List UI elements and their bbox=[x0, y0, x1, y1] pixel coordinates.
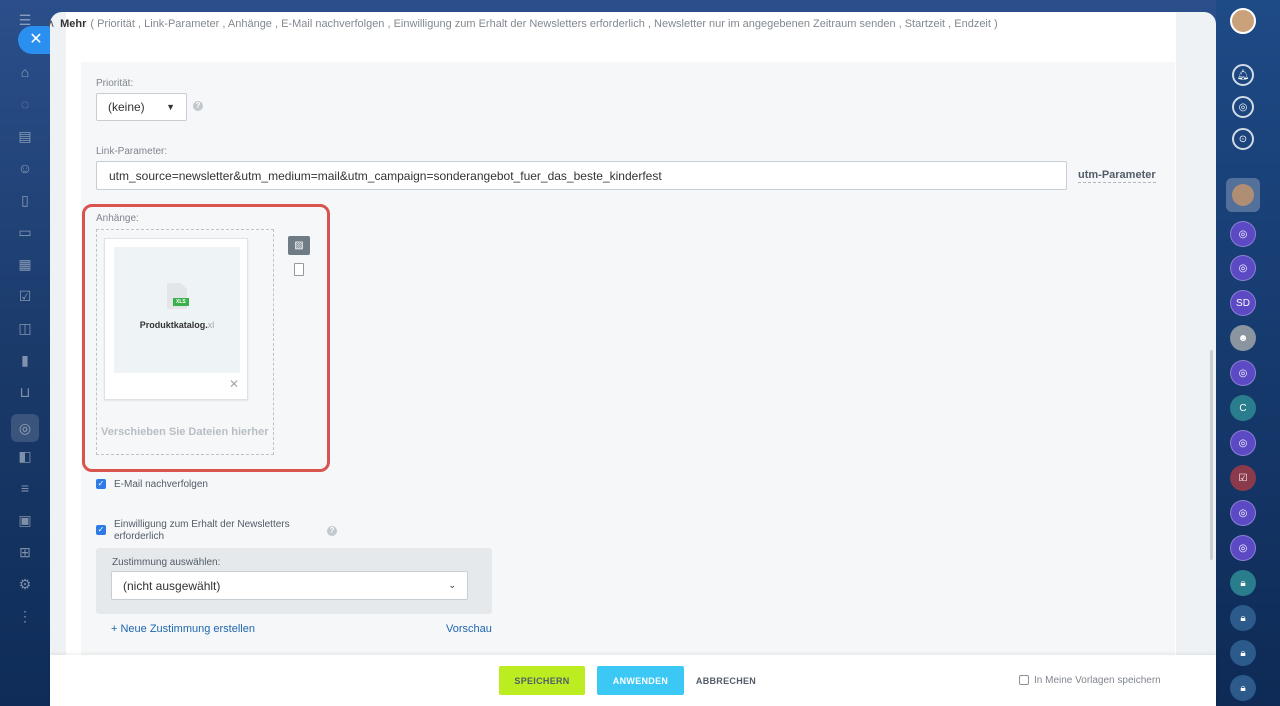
scrollbar[interactable] bbox=[1210, 350, 1213, 560]
consent-select-value: (nicht ausgewählt) bbox=[123, 578, 221, 593]
analytics-icon[interactable]: ▮ bbox=[15, 350, 35, 370]
more-section-toggle[interactable]: ∧ Mehr( Priorität , Link-Parameter , Anhä… bbox=[47, 17, 998, 30]
user-badge-sd[interactable]: SD bbox=[1230, 290, 1256, 316]
more-section-items: ( Priorität , Link-Parameter , Anhänge ,… bbox=[90, 18, 998, 30]
priority-label: Priorität: bbox=[96, 78, 134, 89]
drop-hint: Verschieben Sie Dateien hierher bbox=[101, 426, 269, 438]
help-icon[interactable]: ? bbox=[327, 526, 337, 536]
utm-params-link[interactable]: utm-Parameter bbox=[1078, 169, 1156, 183]
contacts-icon[interactable]: ☺ bbox=[15, 158, 35, 178]
close-icon[interactable]: ✕ bbox=[18, 26, 50, 54]
shop-icon[interactable]: ⊔ bbox=[15, 382, 35, 402]
file-preview: XLS Produktkatalog.xl bbox=[114, 247, 240, 373]
left-sidebar: ☰ ⌂ ◌ ▤ ☺ ▯ ▭ ▦ ☑ ◫ ▮ ⊔ ◎ ◧ ≡ ▣ ⊞ ⚙ ⋮ bbox=[0, 0, 50, 706]
consent-preview-link[interactable]: Vorschau bbox=[446, 623, 492, 635]
attachments-label: Anhänge: bbox=[96, 213, 139, 224]
openline-icon[interactable]: ◎ bbox=[1230, 535, 1256, 561]
lock-icon[interactable]: 🔒︎ bbox=[1230, 640, 1256, 666]
openline-icon[interactable]: ◎ bbox=[1230, 500, 1256, 526]
chevron-up-icon: ∧ bbox=[47, 18, 56, 30]
remove-file-icon[interactable]: ✕ bbox=[229, 377, 239, 391]
board-icon[interactable]: ▦ bbox=[15, 254, 35, 274]
link-params-label: Link-Parameter: bbox=[96, 146, 168, 157]
image-icon[interactable]: ▨ bbox=[288, 236, 310, 255]
consent-select-label: Zustimmung auswählen: bbox=[112, 557, 221, 568]
email-tracking-checkbox[interactable]: ✓ bbox=[96, 479, 106, 489]
pulse-icon[interactable]: ◎ bbox=[1232, 96, 1254, 118]
email-tracking-label: E-Mail nachverfolgen bbox=[114, 479, 208, 490]
link-params-input[interactable]: utm_source=newsletter&utm_medium=mail&ut… bbox=[96, 161, 1067, 190]
user-avatar[interactable] bbox=[1230, 8, 1256, 34]
database-icon[interactable]: ◧ bbox=[15, 446, 35, 466]
feed-icon[interactable]: ◌ bbox=[15, 94, 35, 114]
xls-badge: XLS bbox=[173, 298, 189, 306]
user-badge-c[interactable]: C bbox=[1230, 395, 1256, 421]
lock-icon[interactable]: 🔒︎ bbox=[1230, 570, 1256, 596]
openline-icon[interactable]: ◎ bbox=[1230, 360, 1256, 386]
consent-checkbox[interactable]: ✓ bbox=[96, 525, 106, 535]
bell-icon[interactable]: 🔔︎ bbox=[1232, 64, 1254, 86]
drive-icon[interactable]: ▭ bbox=[15, 222, 35, 242]
documents-icon[interactable]: ▯ bbox=[15, 190, 35, 210]
search-chat-icon[interactable]: ⊙ bbox=[1232, 128, 1254, 150]
openline-icon[interactable]: ◎ bbox=[1230, 221, 1256, 247]
help-icon[interactable]: ? bbox=[193, 101, 203, 111]
tasks-icon[interactable]: ▤ bbox=[15, 126, 35, 146]
file-name: Produktkatalog.xl bbox=[139, 320, 215, 330]
lock-icon[interactable]: 🔒︎ bbox=[1230, 675, 1256, 701]
chevron-down-icon: ⌄ bbox=[448, 580, 456, 590]
cancel-button[interactable]: ABBRECHEN bbox=[690, 666, 762, 695]
filter-icon[interactable]: ≡ bbox=[15, 478, 35, 498]
bot-avatar[interactable]: ☻ bbox=[1230, 325, 1256, 351]
save-button[interactable]: SPEICHERN bbox=[499, 666, 585, 695]
inbox-icon[interactable]: ▣ bbox=[15, 510, 35, 530]
apply-button[interactable]: ANWENDEN bbox=[597, 666, 684, 695]
chevron-down-icon: ▼ bbox=[166, 102, 175, 112]
chat-icon[interactable]: ◫ bbox=[15, 318, 35, 338]
settings-icon[interactable]: ⚙ bbox=[15, 574, 35, 594]
attachment-file-card[interactable]: XLS Produktkatalog.xl ✕ bbox=[104, 238, 248, 400]
priority-select[interactable]: (keine) ▼ bbox=[96, 93, 187, 121]
save-template-checkbox[interactable] bbox=[1019, 675, 1029, 685]
document-icon[interactable] bbox=[294, 263, 304, 276]
priority-value: (keine) bbox=[108, 100, 145, 114]
home-icon[interactable]: ⌂ bbox=[15, 62, 35, 82]
lock-icon[interactable]: 🔒︎ bbox=[1230, 605, 1256, 631]
consent-select[interactable]: (nicht ausgewählt) ⌄ bbox=[111, 571, 468, 600]
group-icon[interactable]: ⊞ bbox=[15, 542, 35, 562]
consent-label: Einwilligung zum Erhalt der Newsletters … bbox=[114, 519, 290, 542]
list-icon[interactable]: ⋮ bbox=[15, 606, 35, 626]
new-consent-link[interactable]: + Neue Zustimmung erstellen bbox=[111, 623, 255, 635]
task-icon[interactable]: ☑ bbox=[1230, 465, 1256, 491]
save-template-label: In Meine Vorlagen speichern bbox=[1034, 675, 1161, 686]
active-chat-avatar[interactable] bbox=[1226, 178, 1260, 212]
openline-icon[interactable]: ◎ bbox=[1230, 255, 1256, 281]
openline-icon[interactable]: ◎ bbox=[1230, 430, 1256, 456]
marketing-icon[interactable]: ◎ bbox=[11, 414, 39, 442]
checklist-icon[interactable]: ☑ bbox=[15, 286, 35, 306]
